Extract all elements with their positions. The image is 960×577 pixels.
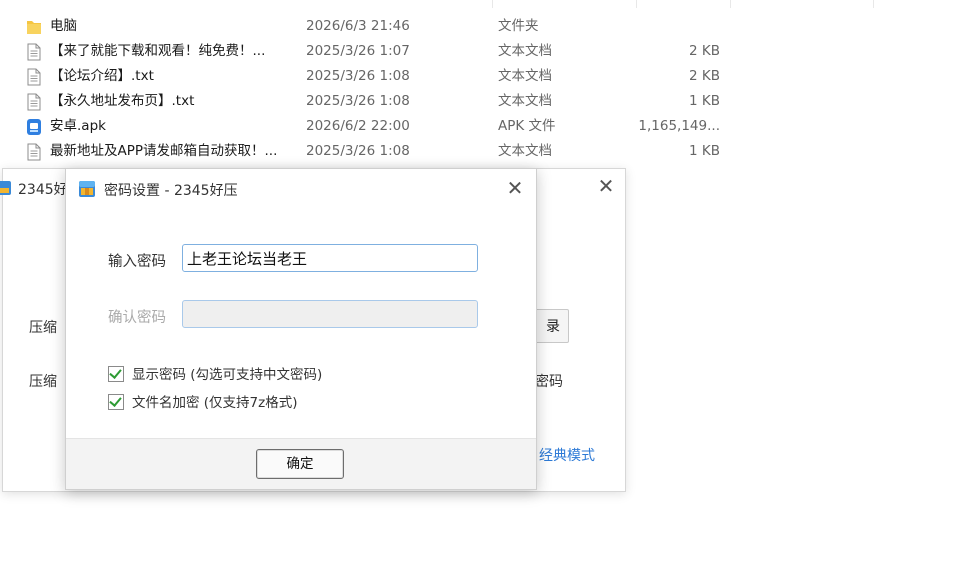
show-password-checkbox[interactable]: [108, 366, 124, 382]
file-date: 2026/6/3 21:46: [306, 18, 410, 34]
file-size: 1 KB: [689, 93, 720, 109]
file-date: 2025/3/26 1:07: [306, 43, 410, 59]
file-name: 【永久地址发布页】.txt: [50, 93, 195, 109]
confirm-password-input: [182, 300, 478, 328]
file-type: 文本文档: [498, 143, 552, 159]
column-separator: [492, 0, 493, 8]
classic-mode-link[interactable]: 经典模式: [539, 445, 595, 465]
encrypt-filenames-checkbox[interactable]: [108, 394, 124, 410]
file-date: 2025/3/26 1:08: [306, 143, 410, 159]
enter-password-label: 输入密码: [108, 254, 166, 270]
close-button[interactable]: ✕: [504, 177, 526, 199]
dialog-title: 密码设置 - 2345好压: [104, 183, 238, 199]
text-file-icon: [26, 43, 42, 61]
file-date: 2025/3/26 1:08: [306, 68, 410, 84]
file-size: 2 KB: [689, 68, 720, 84]
show-password-label: 显示密码 (勾选可支持中文密码): [132, 367, 323, 383]
file-name: 【论坛介绍】.txt: [50, 68, 154, 84]
file-name: 电脑: [50, 18, 77, 34]
file-name: 安卓.apk: [50, 118, 106, 134]
dialog-titlebar[interactable]: 密码设置 - 2345好压 ✕: [66, 169, 536, 209]
file-type: 文件夹: [498, 18, 539, 34]
folder-icon: [26, 18, 42, 36]
encrypt-filenames-checkbox-row[interactable]: 文件名加密 (仅支持7z格式): [108, 391, 298, 411]
file-type: APK 文件: [498, 118, 556, 134]
file-row[interactable]: 安卓.apk 2026/6/2 22:00 APK 文件 1,165,149...: [0, 114, 960, 139]
app-logo-icon: [0, 181, 11, 195]
password-input[interactable]: [182, 244, 478, 272]
column-separator: [636, 0, 637, 8]
ok-button[interactable]: 确定: [256, 449, 344, 479]
confirm-password-label: 确认密码: [108, 310, 166, 326]
file-row[interactable]: 【来了就能下载和观看！纯免费！... 2025/3/26 1:07 文本文档 2 KB: [0, 39, 960, 64]
text-file-icon: [26, 68, 42, 86]
checkmark-icon: [109, 366, 122, 379]
file-row[interactable]: 【永久地址发布页】.txt 2025/3/26 1:08 文本文档 1 KB: [0, 89, 960, 114]
file-row[interactable]: 最新地址及APP请发邮箱自动获取！... 2025/3/26 1:08 文本文档 1 …: [0, 139, 960, 164]
app-logo-icon: [79, 181, 95, 197]
password-settings-dialog: 密码设置 - 2345好压 ✕ 输入密码 确认密码 显示密码 (勾选可支持中文密…: [65, 168, 537, 490]
file-type: 文本文档: [498, 93, 552, 109]
file-date: 2026/6/2 22:00: [306, 118, 410, 134]
compress-label: 压缩: [29, 374, 57, 390]
column-separator: [730, 0, 731, 8]
password-link[interactable]: 密码: [535, 371, 563, 391]
compress-label: 压缩: [29, 320, 57, 336]
file-row[interactable]: 【论坛介绍】.txt 2025/3/26 1:08 文本文档 2 KB: [0, 64, 960, 89]
apk-icon: [26, 118, 42, 136]
checkmark-icon: [109, 394, 122, 407]
file-size: 1,165,149...: [638, 118, 720, 134]
file-type: 文本文档: [498, 43, 552, 59]
encrypt-filenames-label: 文件名加密 (仅支持7z格式): [132, 395, 298, 411]
text-file-icon: [26, 93, 42, 111]
dialog-footer: 确定: [66, 438, 536, 489]
file-size: 1 KB: [689, 143, 720, 159]
close-button[interactable]: ✕: [595, 175, 617, 197]
file-size: 2 KB: [689, 43, 720, 59]
file-type: 文本文档: [498, 68, 552, 84]
file-name: 【来了就能下载和观看！纯免费！...: [50, 43, 266, 59]
file-name: 最新地址及APP请发邮箱自动获取！...: [50, 143, 278, 159]
text-file-icon: [26, 143, 42, 161]
column-separator: [873, 0, 874, 8]
file-row[interactable]: 电脑 2026/6/3 21:46 文件夹: [0, 14, 960, 39]
compress-window-title: 2345好: [18, 182, 68, 198]
file-date: 2025/3/26 1:08: [306, 93, 410, 109]
show-password-checkbox-row[interactable]: 显示密码 (勾选可支持中文密码): [108, 363, 322, 383]
